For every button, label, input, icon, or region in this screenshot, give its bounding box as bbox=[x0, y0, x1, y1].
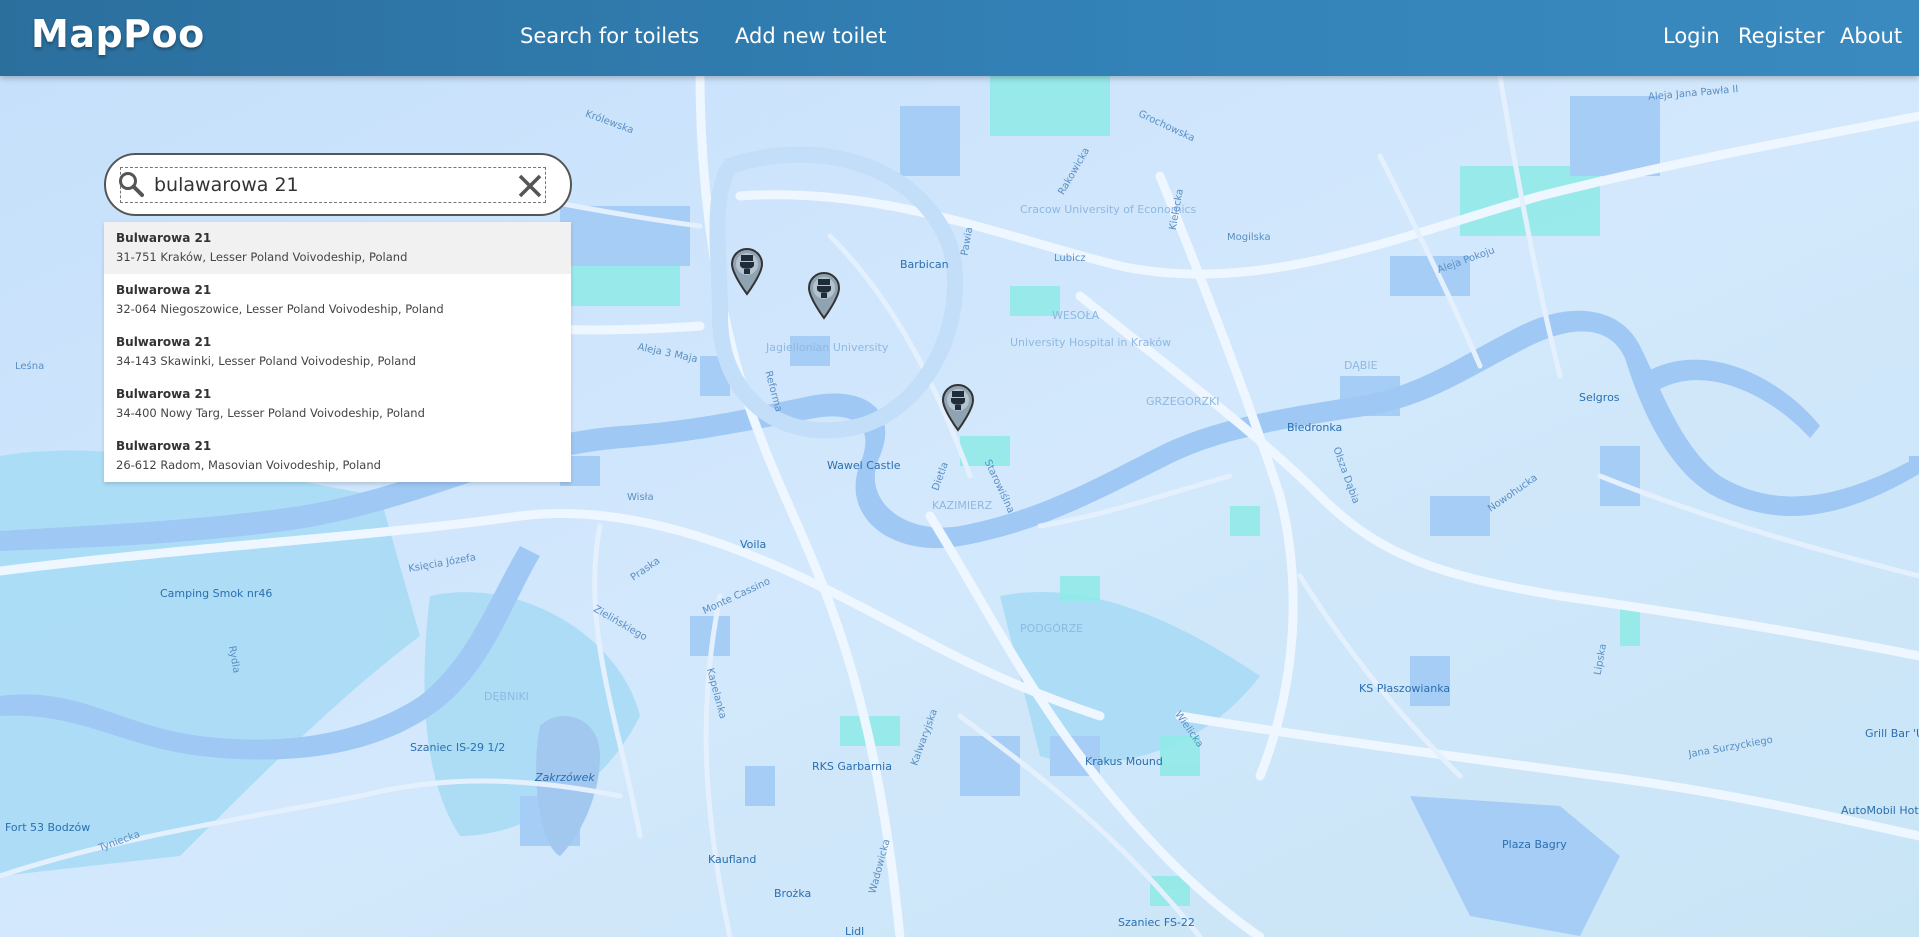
toilet-pin[interactable] bbox=[729, 246, 765, 296]
suggestion-item[interactable]: Bulwarowa 21 26-612 Radom, Masovian Voiv… bbox=[104, 430, 571, 482]
search-box bbox=[104, 153, 572, 216]
map-label-lidl: Lidl bbox=[845, 925, 865, 937]
suggestion-address: 31-751 Kraków, Lesser Poland Voivodeship… bbox=[116, 250, 408, 264]
close-icon[interactable] bbox=[518, 174, 542, 198]
map-label-podgorze: PODGÓRZE bbox=[1020, 622, 1084, 635]
suggestion-address: 32-064 Niegoszowice, Lesser Poland Voivo… bbox=[116, 302, 444, 316]
nav-add-toilet[interactable]: Add new toilet bbox=[735, 24, 886, 48]
nav-search-toilets[interactable]: Search for toilets bbox=[520, 24, 699, 48]
map-label-camping: Camping Smok nr46 bbox=[160, 587, 273, 600]
map-label-dabie: DĄBIE bbox=[1344, 359, 1378, 372]
map-label-szaniec-fs: Szaniec FS-22 bbox=[1118, 916, 1195, 929]
nav-about[interactable]: About bbox=[1840, 24, 1902, 48]
suggestion-item[interactable]: Bulwarowa 21 32-064 Niegoszowice, Lesser… bbox=[104, 274, 571, 326]
map-label-voila: Voila bbox=[740, 538, 767, 551]
map-label-szaniec: Szaniec IS-29 1/2 bbox=[410, 741, 506, 754]
map-label-automobil: AutoMobil Hote bbox=[1841, 804, 1919, 817]
map-label-wesola: WESOŁA bbox=[1052, 309, 1100, 322]
street-wisla: Wisła bbox=[627, 492, 654, 503]
toilet-pin[interactable] bbox=[806, 270, 842, 320]
map-label-selgros: Selgros bbox=[1579, 391, 1620, 404]
suggestion-address: 34-143 Skawinki, Lesser Poland Voivodesh… bbox=[116, 354, 416, 368]
suggestion-address: 26-612 Radom, Masovian Voivodeship, Pola… bbox=[116, 458, 381, 472]
street-lubicz: Lubicz bbox=[1054, 253, 1086, 264]
map-label-kaufland: Kaufland bbox=[708, 853, 757, 866]
toilet-icon bbox=[730, 248, 764, 296]
brand-logo[interactable]: MapPoo bbox=[31, 12, 205, 56]
suggestion-address: 34-400 Nowy Targ, Lesser Poland Voivodes… bbox=[116, 406, 425, 420]
map-label-wawel: Wawel Castle bbox=[827, 459, 901, 472]
map-label-krakus: Krakus Mound bbox=[1085, 755, 1163, 768]
map-label-debniki: DĘBNIKI bbox=[484, 690, 529, 703]
map-label-univ-hospital: University Hospital in Kraków bbox=[1010, 336, 1172, 349]
suggestion-title: Bulwarowa 21 bbox=[116, 387, 212, 401]
map-label-plaza: Plaza Bagry bbox=[1502, 838, 1567, 851]
map-label-garbarnia: RKS Garbarnia bbox=[812, 760, 892, 773]
toilet-icon bbox=[807, 272, 841, 320]
suggestion-item[interactable]: Bulwarowa 21 31-751 Kraków, Lesser Polan… bbox=[104, 222, 571, 274]
nav-login[interactable]: Login bbox=[1663, 24, 1720, 48]
suggestion-title: Bulwarowa 21 bbox=[116, 335, 212, 349]
map-label-fort: Fort 53 Bodzów bbox=[5, 821, 91, 834]
suggestion-title: Bulwarowa 21 bbox=[116, 283, 212, 297]
toilet-pin[interactable] bbox=[940, 382, 976, 432]
suggestion-title: Bulwarowa 21 bbox=[116, 231, 212, 245]
map-label-jagiellonian: Jagiellonian University bbox=[766, 341, 889, 354]
map-label-barbican: Barbican bbox=[900, 258, 949, 271]
map-label-kazimierz: KAZIMIERZ bbox=[932, 499, 993, 512]
map-label-biedronka: Biedronka bbox=[1287, 421, 1343, 434]
top-navbar: MapPoo Search for toilets Add new toilet… bbox=[0, 0, 1919, 76]
suggestion-item[interactable]: Bulwarowa 21 34-400 Nowy Targ, Lesser Po… bbox=[104, 378, 571, 430]
toilet-icon bbox=[941, 384, 975, 432]
suggestion-item[interactable]: Bulwarowa 21 34-143 Skawinki, Lesser Pol… bbox=[104, 326, 571, 378]
nav-register[interactable]: Register bbox=[1738, 24, 1824, 48]
map-label-grill: Grill Bar 'U bbox=[1865, 727, 1919, 740]
search-suggestions: Bulwarowa 21 31-751 Kraków, Lesser Polan… bbox=[104, 222, 571, 482]
street-lesna: Leśna bbox=[15, 361, 45, 372]
suggestion-title: Bulwarowa 21 bbox=[116, 439, 212, 453]
map-label-zakrzowek: Zakrzówek bbox=[535, 771, 595, 784]
map-label-grzegorzki: GRZEGORZKI bbox=[1146, 395, 1220, 408]
map-label-brozka: Brożka bbox=[774, 887, 812, 900]
map-label-plaszowianka: KS Płaszowianka bbox=[1359, 682, 1451, 695]
street-mogilska: Mogilska bbox=[1227, 232, 1271, 243]
search-icon bbox=[119, 172, 144, 197]
search-input[interactable] bbox=[154, 169, 514, 201]
